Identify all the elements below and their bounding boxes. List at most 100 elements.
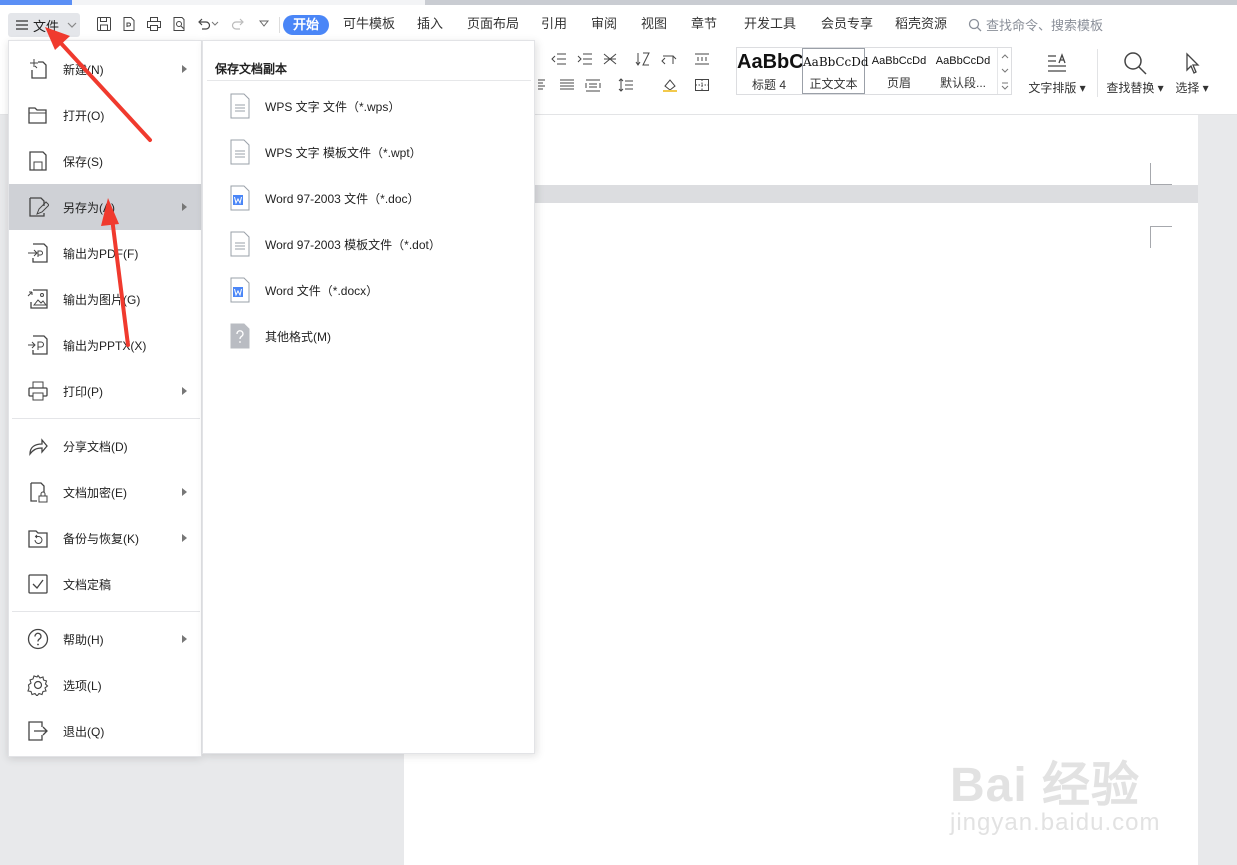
finalize-icon [26,572,50,596]
find-replace-button[interactable]: 查找替换 ▾ [1102,47,1168,96]
text-layout-icon [1048,53,1066,72]
tab-references[interactable]: 引用 [541,15,567,33]
style-scroll[interactable] [997,48,1011,94]
submenu-arrow-icon [182,635,187,643]
share-icon [26,434,50,458]
word-file-icon [230,185,250,211]
style-header[interactable]: AaBbCcDd 页眉 [867,48,931,94]
menu-item-export-pptx[interactable]: 输出为PPTX(X) [9,322,201,368]
tab-review[interactable]: 审阅 [591,15,617,33]
text-layout-button[interactable]: 文字排版 ▾ [1022,47,1092,96]
menu-item-help[interactable]: 帮助(H) [9,616,201,662]
backup-icon [26,526,50,550]
cursor-icon [1186,52,1200,74]
save-as-icon [26,195,50,219]
tab-insert[interactable]: 插入 [417,15,443,33]
baidu-jingyan-watermark: Bai 经验 jingyan.baidu.com [948,735,1228,860]
print-icon [26,379,50,403]
folder-icon [26,103,50,127]
submenu-arrow-icon [182,488,187,496]
justify-icon[interactable] [558,76,576,94]
submenu-arrow-icon [182,65,187,73]
file-menu-label: 文件 [33,18,60,34]
tab-template[interactable]: 可牛模板 [343,15,395,33]
select-button[interactable]: 选择 ▾ [1170,47,1214,96]
save-icon [26,149,50,173]
tab-view[interactable]: 视图 [641,15,667,33]
menu-item-save[interactable]: 保存(S) [9,138,201,184]
menu-item-share[interactable]: 分享文档(D) [9,423,201,469]
page-corner-mark [1150,226,1172,248]
help-icon [26,627,50,651]
search-icon [968,18,982,31]
search-placeholder: 查找命令、搜索模板 [986,18,1104,33]
tab-page-layout[interactable]: 页面布局 [467,15,519,33]
command-search-input[interactable]: 查找命令、搜索模板 [968,15,1103,34]
menu-item-open[interactable]: 打开(O) [9,92,201,138]
file-menu-button[interactable]: 文件 [8,13,80,37]
menu-separator [12,418,200,419]
hamburger-icon [16,20,28,30]
columns-icon[interactable] [693,50,711,68]
menu-item-backup[interactable]: 备份与恢复(K) [9,515,201,561]
menu-item-new[interactable]: 新建(N) [9,46,201,92]
tab-home[interactable]: 开始 [283,15,330,35]
save-as-wps[interactable]: WPS 文字 文件（*.wps） [203,82,534,128]
encrypt-icon [26,480,50,504]
save-as-wpt[interactable]: WPS 文字 模板文件（*.wpt） [203,128,534,174]
tab-docer[interactable]: 稻壳资源 [895,15,947,33]
shading-icon[interactable] [661,76,679,94]
print-icon[interactable] [144,14,164,34]
save-as-submenu: 保存文档副本 WPS 文字 文件（*.wps） WPS 文字 模板文件（*.wp… [202,40,535,754]
pdf-export-icon [26,241,50,265]
menu-item-options[interactable]: 选项(L) [9,662,201,708]
save-as-dot[interactable]: Word 97-2003 模板文件（*.dot） [203,220,534,266]
save-icon[interactable] [94,14,114,34]
tab-member[interactable]: 会员专享 [821,15,873,33]
align-left-icon[interactable] [538,76,546,94]
word-file-icon [230,277,250,303]
undo-dropdown-icon[interactable] [210,14,220,34]
menu-item-encrypt[interactable]: 文档加密(E) [9,469,201,515]
unknown-file-icon [230,323,250,349]
save-as-docx[interactable]: Word 文件（*.docx） [203,266,534,312]
redo-icon[interactable] [228,14,248,34]
style-body-text[interactable]: AaBbCcDd 正文文本 [802,48,869,94]
save-as-other[interactable]: 其他格式(M) [203,312,534,358]
new-doc-icon [26,57,50,81]
submenu-arrow-icon [182,534,187,542]
menu-item-export-image[interactable]: 输出为图片(G) [9,276,201,322]
save-as-doc[interactable]: Word 97-2003 文件（*.doc） [203,174,534,220]
style-default-paragraph[interactable]: AaBbCcDd 默认段... [931,48,995,94]
borders-icon[interactable] [693,76,711,94]
paragraph-mark-icon[interactable] [660,50,678,68]
print-preview-icon[interactable] [169,14,189,34]
tab-developer[interactable]: 开发工具 [744,15,796,33]
submenu-arrow-icon [182,387,187,395]
menu-item-export-pdf[interactable]: 输出为PDF(F) [9,230,201,276]
distributed-icon[interactable] [584,76,602,94]
decrease-indent-icon[interactable] [550,50,568,68]
increase-indent-icon[interactable] [576,50,594,68]
line-spacing-icon[interactable] [617,76,635,94]
menu-item-exit[interactable]: 退出(Q) [9,708,201,754]
gear-icon [26,673,50,697]
submenu-header: 保存文档副本 [215,62,288,76]
watermark-brand: Bai 经验 [950,759,1141,812]
style-heading4[interactable]: AaBbC 标题 4 [737,48,804,94]
submenu-arrow-icon [182,203,187,211]
sort-icon[interactable] [634,50,652,68]
toolbar-separator [279,17,280,33]
menu-item-print[interactable]: 打印(P) [9,368,201,414]
select-label: 选择 [1175,81,1200,95]
doc-file-icon [230,139,250,165]
customize-toolbar-icon[interactable] [254,14,274,34]
menu-item-finalize[interactable]: 文档定稿 [9,561,201,607]
tab-section[interactable]: 章节 [691,15,717,33]
menu-item-save-as[interactable]: 另存为(A) [9,184,201,230]
text-layout-label: 文字排版 [1028,81,1077,95]
text-direction-icon[interactable] [601,50,619,68]
menu-separator [12,611,200,612]
export-pdf-icon[interactable] [119,14,139,34]
ribbon-separator [1097,49,1098,97]
